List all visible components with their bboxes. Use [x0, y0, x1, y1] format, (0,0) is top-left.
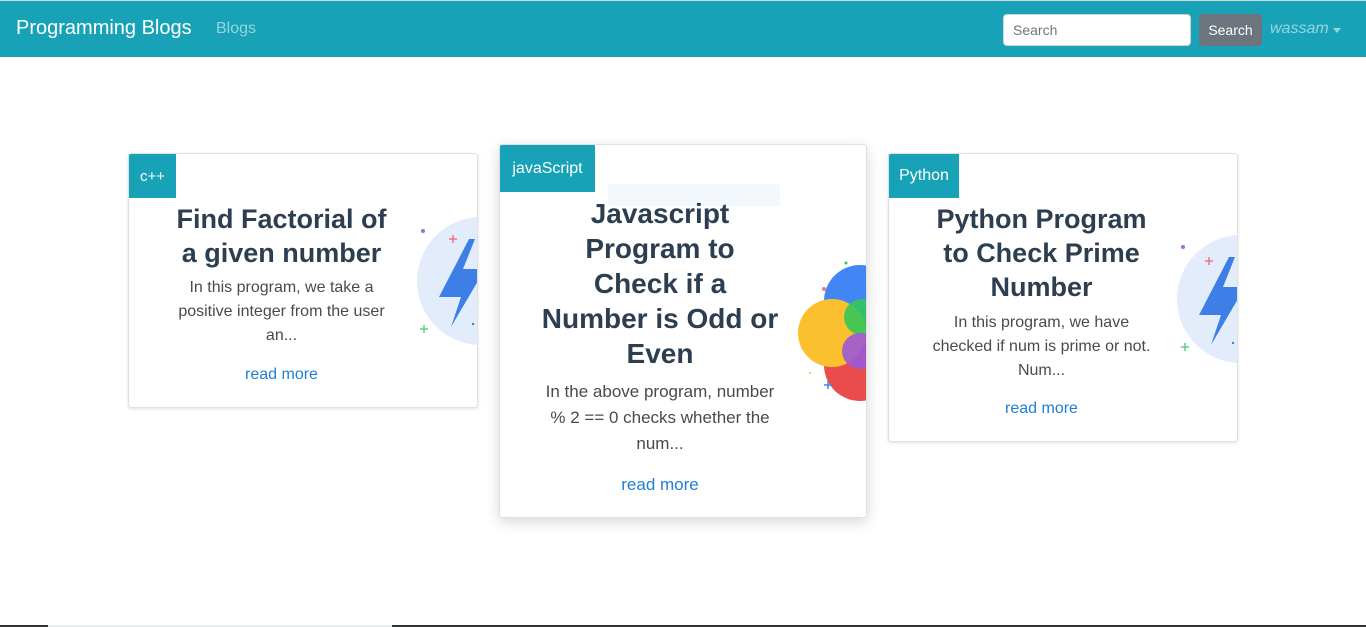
blog-card: Python Python Program to Check Prime Num…	[888, 153, 1238, 442]
blog-card: javaScript Javascript Program to Check i…	[499, 144, 867, 518]
caret-down-icon[interactable]	[1333, 28, 1341, 33]
category-tag[interactable]: Python	[889, 154, 959, 198]
card-title: Find Factorial of a given number	[176, 204, 387, 268]
card-title: Python Program to Check Prime Number	[936, 204, 1147, 302]
lightning-icon	[1169, 229, 1237, 374]
card-excerpt: In this program, we have checked if num …	[932, 314, 1151, 379]
user-dropdown[interactable]: wassam	[1270, 20, 1329, 38]
search-button[interactable]: Search	[1199, 14, 1262, 46]
navbar: Programming Blogs Blogs Search wassam	[0, 0, 1366, 57]
category-tag[interactable]: javaScript	[500, 145, 595, 192]
card-excerpt: In this program, we take a positive inte…	[178, 279, 385, 344]
blog-card: c++ Find Factorial of a given number In …	[128, 153, 478, 408]
search-input[interactable]	[1003, 14, 1191, 46]
card-title: Javascript Program to Check if a Number …	[541, 198, 779, 369]
brand-link[interactable]: Programming Blogs	[16, 17, 192, 40]
nav-link-blogs[interactable]: Blogs	[216, 20, 256, 38]
category-tag[interactable]: c++	[129, 154, 176, 198]
read-more-link[interactable]: read more	[929, 400, 1154, 418]
lightning-icon	[409, 209, 477, 354]
card-excerpt: In the above program, number % 2 == 0 ch…	[545, 382, 775, 453]
read-more-link[interactable]: read more	[169, 366, 394, 384]
read-more-link[interactable]: read more	[540, 475, 780, 495]
color-circles-icon	[790, 255, 866, 410]
